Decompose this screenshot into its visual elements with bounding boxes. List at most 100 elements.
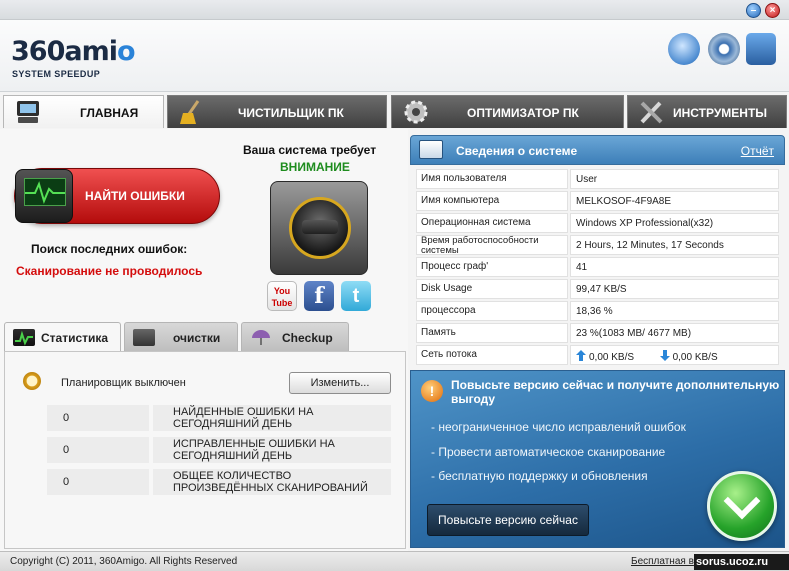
close-icon: × [769,5,776,16]
info-value: User [570,169,779,189]
info-row-network: Сеть потока 0,00 KB/S 0,00 KB/S [416,345,779,365]
stat-label: ИСПРАВЛЕННЫЕ ОШИБКИ НА СЕГОДНЯШНИЙ ДЕНЬ [153,437,391,463]
tools-icon [640,101,663,124]
info-row: Имя компьютера MELKOSOF-4F9A8E [416,191,779,211]
info-label: Имя компьютера [416,191,568,211]
info-label: Операционная система [416,213,568,233]
info-row: Процесс граф' 41 [416,257,779,277]
subtab-statistics-label: Статистика [41,331,109,345]
close-button[interactable]: × [765,3,780,18]
stat-row: 0 ОБЩЕЕ КОЛИЧЕСТВО ПРОИЗВЕДЁННЫХ СКАНИРО… [47,469,391,495]
stat-label: НАЙДЕННЫЕ ОШИБКИ НА СЕГОДНЯШНИЙ ДЕНЬ [153,405,391,431]
monitor-icon [419,140,443,159]
support-icon[interactable] [746,33,776,65]
info-label: Процесс граф' [416,257,568,277]
info-label: Имя пользователя [416,169,568,189]
find-errors-label: НАЙТИ ОШИБКИ [85,189,185,203]
promo-item: - бесплатную поддержку и обновления [431,469,648,483]
info-label: процессора [416,301,568,321]
watermark: sorus.ucoz.ru [694,554,789,570]
copyright-text: Copyright (C) 2011, 360Amigo. All Rights… [10,556,238,567]
logo-subtitle: SYSTEM SPEEDUP [12,69,101,79]
change-schedule-button[interactable]: Изменить... [289,372,391,394]
tab-home[interactable]: ГЛАВНАЯ [3,95,164,128]
system-info-title: Сведения о системе [456,144,578,158]
info-value: 99,47 KB/S [570,279,779,299]
broom-icon [180,100,200,124]
minimize-button[interactable]: – [746,3,761,18]
checkmark-logo-icon[interactable] [707,471,777,541]
warning-icon: ! [421,380,443,402]
youtube-icon[interactable]: You Tube [267,281,297,311]
home-computer-icon [17,101,39,123]
info-row: Память 23 %(1083 MB/ 4677 MB) [416,323,779,343]
info-row: Операционная система Windows XP Professio… [416,213,779,233]
logo-text: 360amio [11,36,136,67]
statistics-panel: Планировщик выключен Изменить... 0 НАЙДЕ… [4,351,406,549]
network-down-value: 0,00 KB/S [672,352,718,363]
tab-tools[interactable]: ИНСТРУМЕНТЫ [627,95,787,128]
system-info-panel: Сведения о системе Отчёт Имя пользовател… [408,129,789,551]
umbrella-icon [250,329,272,346]
info-label: Disk Usage [416,279,568,299]
scan-status-text: Сканирование не проводилось [16,264,203,278]
tab-home-label: ГЛАВНАЯ [80,106,139,120]
clock-icon [23,372,41,390]
scheduler-status: Планировщик выключен [61,377,186,389]
system-info-header: Сведения о системе Отчёт [410,135,785,165]
twitter-icon[interactable]: t [341,281,371,311]
info-value: 23 %(1083 MB/ 4677 MB) [570,323,779,343]
system-needs-label: Ваша система требует [243,143,377,157]
gear-icon [404,100,428,124]
info-row: Disk Usage 99,47 KB/S [416,279,779,299]
network-up-value: 0,00 KB/S [589,352,635,363]
info-value: 18,36 % [570,301,779,321]
tab-pc-cleaner[interactable]: ЧИСТИЛЬЩИК ПК [167,95,387,128]
download-arrow-icon [659,350,670,361]
info-label: Сеть потока [416,345,568,365]
scan-monitor-icon [15,169,73,223]
tab-tools-label: ИНСТРУМЕНТЫ [673,106,768,120]
upload-arrow-icon [576,350,586,361]
report-link[interactable]: Отчёт [741,144,774,158]
tab-pc-cleaner-label: ЧИСТИЛЬЩИК ПК [238,106,344,120]
stat-row: 0 НАЙДЕННЫЕ ОШИБКИ НА СЕГОДНЯШНИЙ ДЕНЬ [47,405,391,431]
facebook-icon[interactable]: f [304,281,334,311]
subtab-statistics[interactable]: Статистика [4,322,121,352]
find-errors-button[interactable]: НАЙТИ ОШИБКИ [14,168,220,224]
title-bar: – × [0,0,789,20]
stat-value: 0 [47,469,149,495]
subtab-cleanups-label: очистки [173,331,221,345]
status-bar: Copyright (C) 2011, 360Amigo. All Rights… [0,551,789,571]
info-row: процессора 18,36 % [416,301,779,321]
info-label: Время работоспособности системы [416,235,568,256]
subtab-cleanups[interactable]: очистки [124,322,238,352]
info-value: 41 [570,257,779,277]
promo-item: - Провести автоматическое сканирование [431,445,666,459]
info-value: Windows XP Professional(x32) [570,213,779,233]
info-value: MELKOSOF-4F9A8E [570,191,779,211]
attention-status: ВНИМАНИЕ [280,160,350,174]
info-row: Имя пользователя User [416,169,779,189]
upgrade-now-button[interactable]: Повысьте версию сейчас [427,504,589,536]
search-last-errors-label: Поиск последних ошибок: [31,242,188,256]
network-values: 0,00 KB/S 0,00 KB/S [570,345,779,365]
status-indicator-icon [270,181,368,275]
subtab-checkup-label: Checkup [282,331,333,345]
stat-row: 0 ИСПРАВЛЕННЫЕ ОШИБКИ НА СЕГОДНЯШНИЙ ДЕН… [47,437,391,463]
info-row: Время работоспособности системы 2 Hours, … [416,235,779,256]
cleanup-icon [133,329,155,346]
settings-gear-icon[interactable] [708,33,740,65]
upgrade-promo: ! Повысьте версию сейчас и получите допо… [410,370,785,548]
free-version-link[interactable]: Бесплатная в [631,556,694,567]
stat-value: 0 [47,405,149,431]
statistics-icon [13,329,35,346]
main-tabs: ГЛАВНАЯ ЧИСТИЛЬЩИК ПК ОПТИМИЗАТОР ПК ИНС… [0,93,789,129]
info-label: Память [416,323,568,343]
promo-item: - неограниченное число исправлений ошибо… [431,420,686,434]
home-left-panel: НАЙТИ ОШИБКИ Поиск последних ошибок: Ска… [0,129,408,551]
subtab-checkup[interactable]: Checkup [241,322,349,352]
update-icon[interactable] [668,33,700,65]
stat-value: 0 [47,437,149,463]
tab-pc-optimizer[interactable]: ОПТИМИЗАТОР ПК [391,95,624,128]
